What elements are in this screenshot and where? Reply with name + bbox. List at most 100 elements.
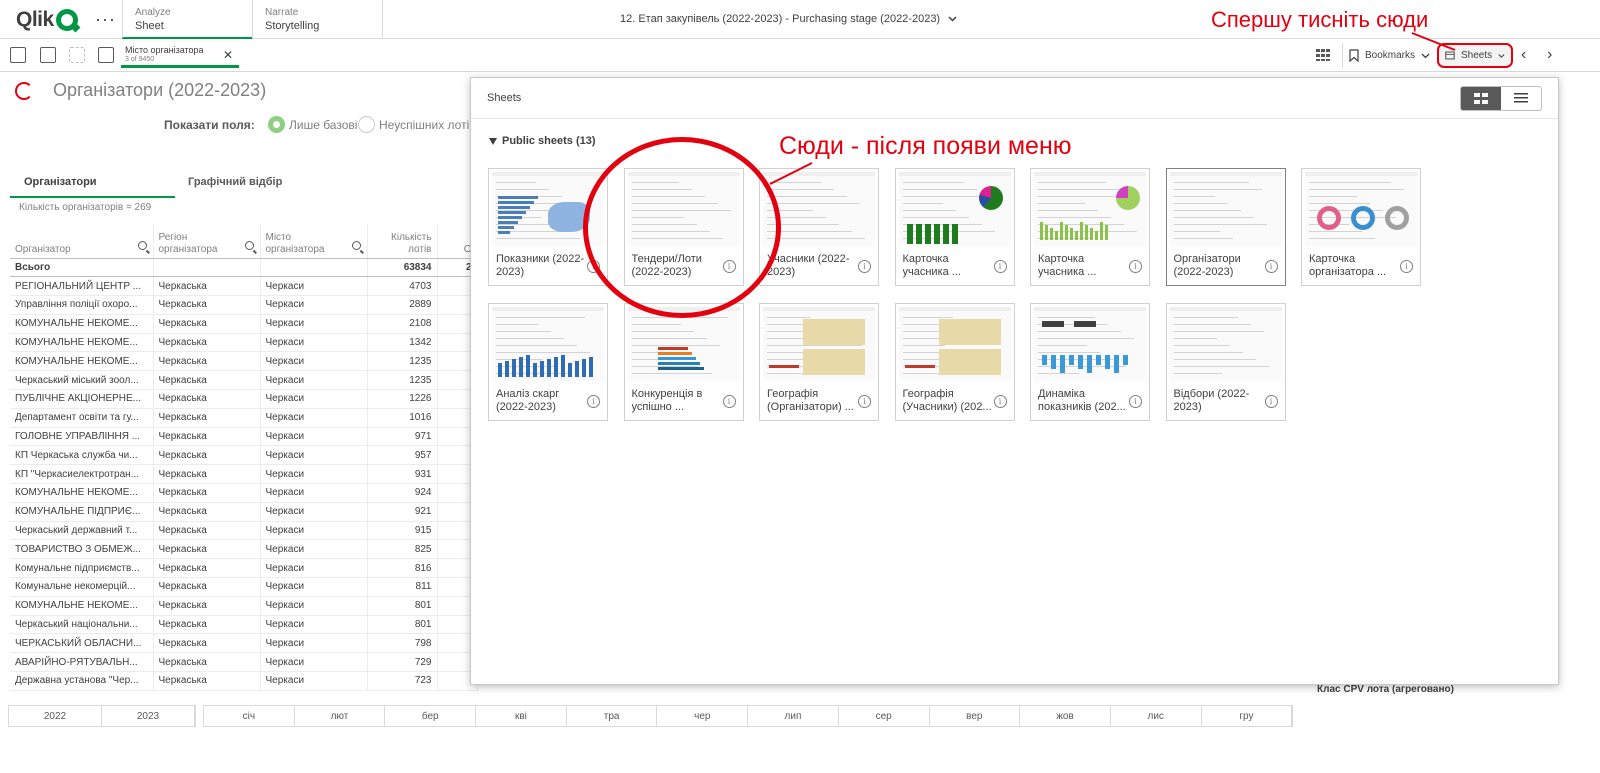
- table-row[interactable]: Черкаський національни... Черкаська Черкас…: [10, 615, 478, 635]
- month-filter-item[interactable]: вер: [930, 706, 1021, 726]
- cell-organizer: Комунальне некомерцій...: [10, 577, 154, 597]
- sheet-card[interactable]: Аналіз скарг (2022-2023) i: [488, 303, 608, 421]
- sheet-card[interactable]: Конкуренція в успішно ... i: [623, 303, 744, 421]
- table-row[interactable]: Комунальне некомерцій... Черкаська Черкаси…: [10, 577, 478, 597]
- month-filter-item[interactable]: сер: [839, 706, 930, 726]
- month-filter-item[interactable]: тра: [567, 706, 658, 726]
- clear-selections-icon[interactable]: [98, 47, 114, 63]
- sheet-card[interactable]: Карточка учасника ... i: [894, 168, 1015, 286]
- info-icon[interactable]: i: [1400, 260, 1413, 273]
- search-icon[interactable]: [351, 240, 361, 250]
- cell-lot-count: 798: [367, 633, 438, 654]
- step-back-icon[interactable]: [69, 47, 85, 63]
- info-icon[interactable]: i: [858, 395, 871, 408]
- table-row[interactable]: ТОВАРИСТВО З ОБМЕЖ... Черкаська Черкаси 825: [10, 539, 478, 560]
- sheet-card[interactable]: Географія (Учасники) (202... i: [894, 303, 1015, 421]
- month-filter-item[interactable]: лип: [748, 706, 839, 726]
- table-row[interactable]: КОМУНАЛЬНЕ ПІДПРИЄ... Черкаська Черкаси 921: [10, 502, 478, 522]
- info-icon[interactable]: i: [1129, 395, 1142, 408]
- app-title[interactable]: 12. Етап закупівель (2022-2023) - Purcha…: [620, 13, 957, 25]
- tab-organizers[interactable]: Організатори: [10, 168, 175, 198]
- list-view-button[interactable]: [1501, 87, 1541, 110]
- search-icon[interactable]: [137, 240, 147, 250]
- sheet-card-label: Аналіз скарг (2022-2023): [496, 388, 560, 413]
- table-row[interactable]: КП "Черкасиелектротран... Черкаська Черкас…: [10, 464, 478, 485]
- sheet-card-label: Карточка учасника ...: [1038, 253, 1097, 278]
- bookmark-icon: [1349, 49, 1359, 62]
- search-icon[interactable]: [244, 240, 254, 250]
- radio-basic[interactable]: Лише базові: [268, 116, 357, 133]
- next-sheet-icon[interactable]: ›: [1547, 46, 1552, 64]
- month-filter-item[interactable]: кві: [476, 706, 567, 726]
- more-menu-icon[interactable]: ···: [95, 9, 116, 30]
- info-icon[interactable]: i: [993, 260, 1007, 273]
- info-icon[interactable]: i: [858, 260, 871, 273]
- cell-lot-count: 811: [367, 577, 438, 597]
- tab-graphic-selection[interactable]: Графічний відбір: [188, 176, 282, 188]
- info-icon[interactable]: i: [1264, 395, 1278, 408]
- year-filter-item[interactable]: 2022: [9, 706, 102, 726]
- smart-search-icon[interactable]: [10, 47, 26, 63]
- table-row[interactable]: КОМУНАЛЬНЕ НЕКОМЕ... Черкаська Черкаси 1342: [10, 333, 478, 353]
- cell-lot-count: 924: [367, 483, 438, 503]
- table-row[interactable]: КОМУНАЛЬНЕ НЕКОМЕ... Черкаська Черкаси 1235: [10, 351, 478, 372]
- column-header-region[interactable]: Регіон організатора: [153, 224, 261, 259]
- selections-tool-icon[interactable]: [40, 47, 56, 63]
- sheet-card[interactable]: Відбори (2022-2023) i: [1165, 303, 1286, 421]
- table-row[interactable]: КП Черкаська служба чи... Черкаська Черкас…: [10, 445, 478, 466]
- radio-unsuccessful[interactable]: Неуспішних лотів: [358, 116, 476, 133]
- month-filter-item[interactable]: бер: [385, 706, 477, 726]
- bookmarks-button[interactable]: Bookmarks: [1342, 43, 1436, 68]
- table-row[interactable]: Державна установа "Чер... Черкаська Черкас…: [10, 671, 478, 691]
- grid-view-button[interactable]: [1461, 87, 1501, 110]
- table-row[interactable]: Комунальне підприємств... Черкаська Черкас…: [10, 558, 478, 579]
- table-row[interactable]: ГОЛОВНЕ УПРАВЛІННЯ ... Черкаська Черкаси 97…: [10, 427, 478, 447]
- month-filter-item[interactable]: лис: [1111, 706, 1202, 726]
- table-row[interactable]: ЧЕРКАСЬКИЙ ОБЛАСНИ... Черкаська Черкаси 798: [10, 633, 478, 654]
- table-row[interactable]: ПУБЛІЧНЕ АКЦІОНЕРНЕ... Черкаська Черкаси 12…: [10, 389, 478, 409]
- column-header-lot-count[interactable]: Кількість лотів: [367, 224, 438, 259]
- month-filter-item[interactable]: гру: [1202, 706, 1293, 726]
- column-header-city[interactable]: Місто організатора: [260, 224, 368, 259]
- table-row[interactable]: Управління поліції охоро... Черкаська Черк…: [10, 295, 478, 315]
- table-row[interactable]: Департамент освіти та гу... Черкаська Черк…: [10, 408, 478, 428]
- tab-narrate-storytelling[interactable]: Narrate Storytelling: [252, 0, 383, 39]
- public-sheets-label: Public sheets (13): [502, 135, 596, 147]
- info-icon[interactable]: i: [1264, 260, 1278, 273]
- cell-organizer: КП Черкаська служба чи...: [10, 445, 154, 466]
- table-row[interactable]: АВАРІЙНО-РЯТУВАЛЬН... Черкаська Черкаси 729: [10, 652, 478, 673]
- tab-analyze-sheet[interactable]: Analyze Sheet: [122, 0, 253, 39]
- sheet-card[interactable]: Карточка учасника ... i: [1030, 168, 1150, 286]
- cell-region: Черкаська: [153, 652, 261, 673]
- sheet-card[interactable]: Організатори (2022-2023) i: [1165, 168, 1286, 286]
- info-icon[interactable]: i: [993, 395, 1007, 408]
- sheet-card[interactable]: Географія (Організатори) ... i: [759, 303, 879, 421]
- close-icon[interactable]: ✕: [223, 48, 233, 62]
- month-filter-item[interactable]: чер: [657, 706, 749, 726]
- sheets-button[interactable]: Sheets: [1437, 43, 1513, 68]
- info-icon[interactable]: i: [722, 395, 736, 408]
- month-filter-item[interactable]: лют: [295, 706, 386, 726]
- month-filter-item[interactable]: січ: [204, 706, 295, 726]
- year-filter-item[interactable]: 2023: [102, 706, 195, 726]
- table-row[interactable]: КОМУНАЛЬНЕ НЕКОМЕ... Черкаська Черкаси 2108: [10, 314, 478, 334]
- column-header-organizer[interactable]: Організатор: [10, 224, 154, 259]
- cell-organizer: КОМУНАЛЬНЕ НЕКОМЕ...: [10, 483, 154, 503]
- table-row[interactable]: РЕГІОНАЛЬНИЙ ЦЕНТР ... Черкаська Черкаси 47…: [10, 276, 478, 297]
- info-icon[interactable]: i: [1129, 260, 1142, 273]
- table-row[interactable]: Черкаський державний т... Черкаська Черкас…: [10, 521, 478, 541]
- public-sheets-header[interactable]: Public sheets (13): [489, 135, 596, 147]
- selection-chip[interactable]: Місто організатора 3 of 9450 ✕: [121, 42, 239, 68]
- annotation-first: Спершу тисніть сюди: [1211, 7, 1429, 32]
- sheet-card[interactable]: Карточка організатора ... i: [1301, 168, 1421, 286]
- table-row[interactable]: Черкаський міський зоол... Черкаська Черка…: [10, 370, 478, 391]
- info-icon[interactable]: i: [587, 395, 600, 408]
- table-row[interactable]: КОМУНАЛЬНЕ НЕКОМЕ... Черкаська Черкаси 924: [10, 483, 478, 503]
- month-filter-item[interactable]: жов: [1020, 706, 1111, 726]
- cell-organizer: Черкаський державний т...: [10, 521, 154, 541]
- qlik-logo[interactable]: Qlik: [16, 7, 78, 33]
- previous-sheet-icon[interactable]: ‹: [1521, 46, 1526, 64]
- sheet-card[interactable]: Динаміка показників (202... i: [1030, 303, 1150, 421]
- grid-view-icon[interactable]: [1316, 49, 1330, 61]
- table-row[interactable]: КОМУНАЛЬНЕ НЕКОМЕ... Черкаська Черкаси 801: [10, 596, 478, 616]
